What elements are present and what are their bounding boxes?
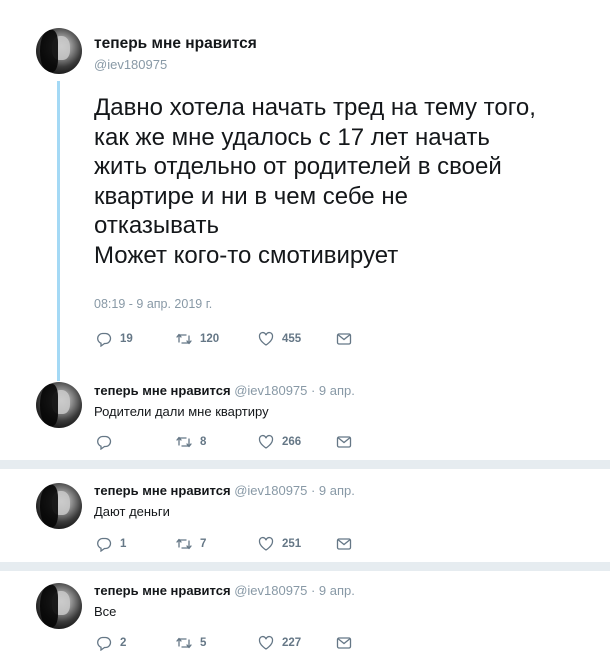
heart-icon (258, 434, 274, 449)
avatar[interactable] (36, 382, 82, 428)
tweet-text-line: жить отдельно от родителей в своей (94, 153, 502, 180)
divider (0, 562, 610, 571)
envelope-icon (336, 436, 352, 448)
reply-icon (97, 537, 112, 552)
handle[interactable]: @iev180975 (94, 57, 167, 72)
retweet-button[interactable]: 5 (176, 634, 206, 652)
heart-icon (258, 536, 274, 551)
reply-header: теперь мне нравится @iev180975 · 9 апр. (94, 383, 355, 398)
tweet-text: Все (94, 604, 117, 619)
like-button[interactable]: 266 (258, 433, 301, 451)
reply-button[interactable]: 2 (96, 634, 126, 652)
tweet-text-line: Давно хотела начать тред на тему того, (94, 94, 536, 121)
display-name[interactable]: теперь мне нравится (94, 583, 231, 598)
timestamp[interactable]: 08:19 - 9 апр. 2019 г. (94, 297, 212, 311)
retweet-button[interactable]: 120 (176, 330, 219, 348)
handle-date[interactable]: @iev180975 · 9 апр. (234, 483, 355, 498)
reply-header: теперь мне нравится @iev180975 · 9 апр. (94, 483, 355, 498)
handle-date[interactable]: @iev180975 · 9 апр. (234, 583, 355, 598)
retweet-icon (176, 538, 192, 550)
tweet-text-line: как же мне удалось с 17 лет начать (94, 123, 490, 151)
retweet-count: 8 (200, 436, 207, 448)
message-button[interactable] (336, 330, 352, 348)
retweet-icon (176, 333, 192, 345)
like-count: 266 (282, 436, 302, 448)
tweet-text: Дают деньги (94, 504, 170, 519)
reply-button[interactable]: 19 (96, 330, 133, 348)
display-name[interactable]: теперь мне нравится (94, 383, 231, 398)
like-button[interactable]: 455 (258, 330, 301, 348)
envelope-icon (336, 637, 352, 649)
reply-count: 2 (120, 637, 127, 649)
retweet-count: 120 (200, 333, 220, 345)
heart-icon (258, 635, 274, 650)
avatar[interactable] (36, 483, 82, 529)
avatar[interactable] (36, 583, 82, 629)
reply-button[interactable]: 1 (96, 535, 126, 553)
envelope-icon (336, 538, 352, 550)
tweet-text-line: отказывать (94, 212, 219, 239)
reply-icon (97, 435, 112, 450)
retweet-button[interactable]: 7 (176, 535, 206, 553)
reply-count: 19 (120, 333, 133, 345)
like-button[interactable]: 251 (258, 535, 301, 553)
reply-button[interactable] (96, 433, 120, 451)
retweet-icon (176, 436, 192, 448)
display-name[interactable]: теперь мне нравится (94, 483, 231, 498)
retweet-icon (176, 637, 192, 649)
avatar[interactable] (36, 28, 82, 74)
heart-icon (258, 331, 274, 346)
like-count: 227 (282, 637, 302, 649)
display-name[interactable]: теперь мне нравится (94, 35, 257, 53)
tweet-text: Родители дали мне квартиру (94, 404, 269, 419)
like-count: 455 (282, 333, 302, 345)
envelope-icon (336, 333, 352, 345)
message-button[interactable] (336, 535, 352, 553)
retweet-count: 7 (200, 538, 207, 550)
retweet-count: 5 (200, 637, 207, 649)
like-count: 251 (282, 538, 302, 550)
thread-line (57, 81, 60, 381)
tweet-text: Давно хотела начать тред на тему того, к… (94, 93, 604, 270)
like-button[interactable]: 227 (258, 634, 301, 652)
reply-icon (97, 332, 112, 347)
message-button[interactable] (336, 634, 352, 652)
handle-date[interactable]: @iev180975 · 9 апр. (234, 383, 355, 398)
message-button[interactable] (336, 433, 352, 451)
tweet-text-line: квартире и ни в чем себе не (94, 182, 408, 210)
tweet-text-line: Может кого-то смотивирует (94, 241, 399, 269)
reply-header: теперь мне нравится @iev180975 · 9 апр. (94, 583, 355, 598)
reply-icon (97, 636, 112, 651)
reply-count: 1 (120, 538, 127, 550)
divider (0, 460, 610, 469)
retweet-button[interactable]: 8 (176, 433, 206, 451)
